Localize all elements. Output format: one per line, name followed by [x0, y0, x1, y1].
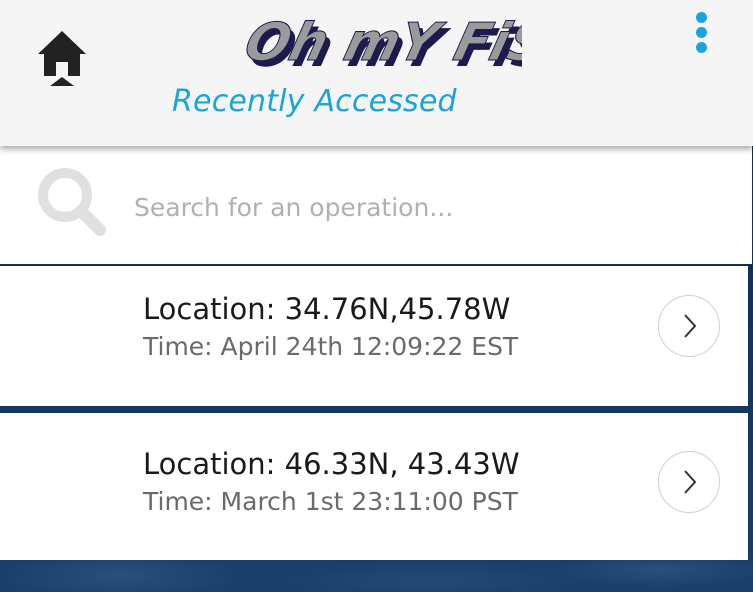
- app-header: Oh mY FiSH! Oh mY FiSH! Recently Accesse…: [0, 0, 753, 146]
- search-input[interactable]: [128, 186, 700, 228]
- home-icon: [38, 31, 86, 86]
- operation-card[interactable]: Location: 34.76N,45.78W Time: April 24th…: [0, 266, 748, 406]
- logo-text: Oh mY FiSH!: [239, 13, 522, 73]
- home-button[interactable]: [34, 26, 90, 88]
- app-logo: Oh mY FiSH! Oh mY FiSH!: [232, 4, 625, 79]
- operation-time: Time: April 24th 12:09:22 EST: [143, 332, 519, 361]
- open-operation-button[interactable]: [658, 295, 720, 357]
- open-operation-button[interactable]: [658, 451, 720, 513]
- overflow-menu-button[interactable]: [690, 10, 714, 56]
- chevron-right-icon: [684, 314, 697, 338]
- page-title: Recently Accessed: [172, 84, 457, 119]
- chevron-right-icon: [684, 470, 697, 494]
- operation-location: Location: 46.33N, 43.43W: [143, 447, 520, 481]
- operation-location: Location: 34.76N,45.78W: [143, 292, 511, 326]
- search-icon[interactable]: [36, 166, 108, 238]
- operation-card[interactable]: Location: 46.33N, 43.43W Time: March 1st…: [0, 413, 748, 560]
- operation-time: Time: March 1st 23:11:00 PST: [143, 487, 518, 516]
